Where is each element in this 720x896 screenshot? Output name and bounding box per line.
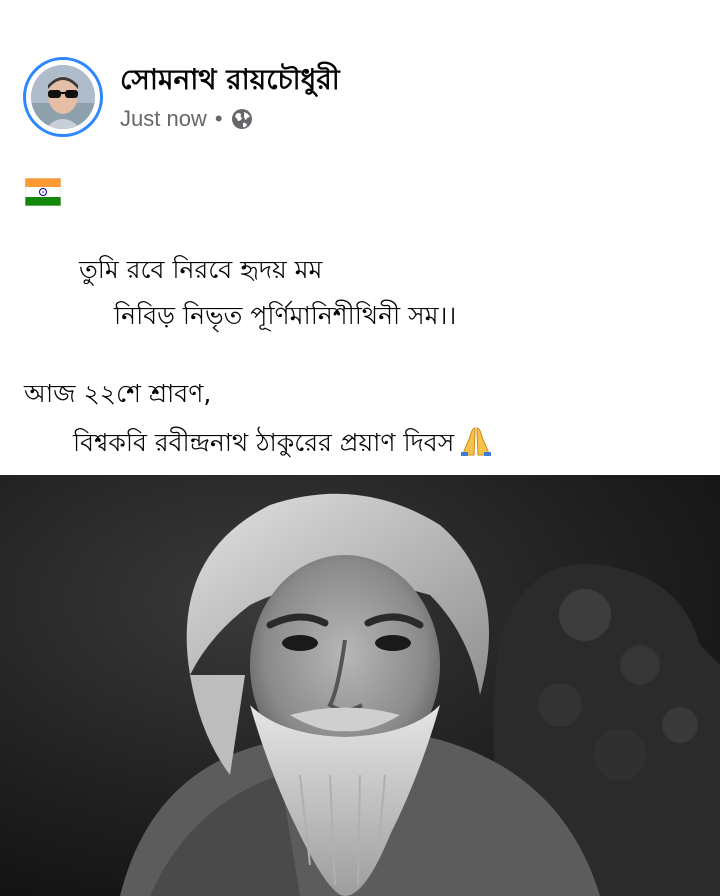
portrait-photo[interactable] — [0, 475, 720, 896]
folded-hands-icon — [458, 425, 494, 457]
post-meta: Just now • — [120, 104, 253, 134]
post-text-line-3: আজ ২২শে শ্রাবণ, — [24, 379, 212, 408]
india-flag-icon — [24, 177, 62, 207]
timestamp[interactable]: Just now — [120, 106, 207, 132]
avatar-image — [31, 65, 95, 129]
globe-icon[interactable] — [231, 108, 253, 130]
post-text-line-2: নিবিড় নিভৃত পূর্ণিমানিশীথিনী সম।। — [114, 301, 457, 330]
meta-separator: • — [214, 106, 223, 131]
facebook-post: সোমনাথ রায়চৌধুরী Just now • তুমি রবে নি… — [0, 0, 720, 896]
post-header: সোমনাথ রায়চৌধুরী Just now • — [0, 0, 720, 160]
post-text-line-4-content: বিশ্বকবি রবীন্দ্রনাথ ঠাকুরের প্রয়াণ দিব… — [73, 428, 455, 457]
author-name[interactable]: সোমনাথ রায়চৌধুরী — [120, 58, 340, 105]
post-text-line-4: বিশ্বকবি রবীন্দ্রনাথ ঠাকুরের প্রয়াণ দিব… — [73, 425, 720, 457]
avatar[interactable] — [23, 57, 103, 137]
post-text-line-1: তুমি রবে নিরবে হৃদয় মম — [79, 255, 323, 284]
